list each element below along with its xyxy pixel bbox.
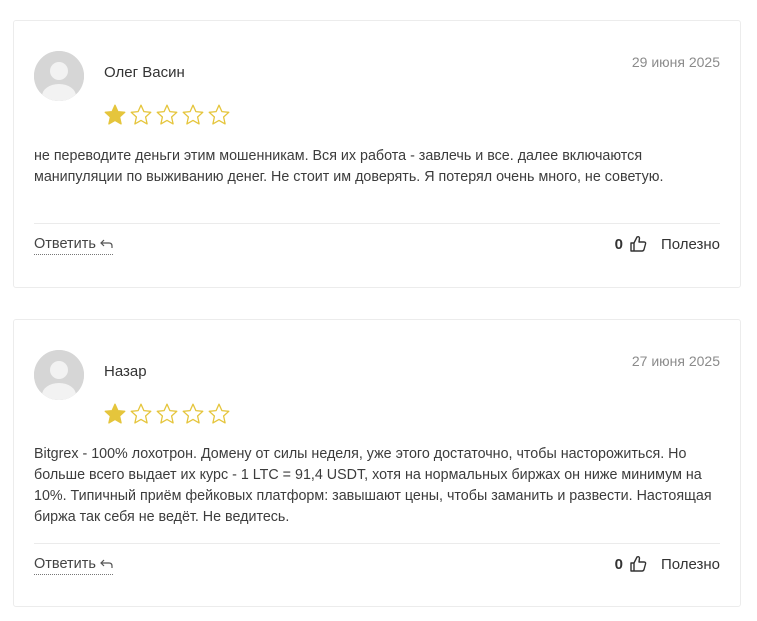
review-date: 27 июня 2025 bbox=[631, 353, 720, 369]
star-empty-icon bbox=[130, 104, 152, 125]
star-empty-icon bbox=[182, 104, 204, 125]
star-filled-icon bbox=[104, 104, 126, 125]
review-card: Назар 27 июня 2025 Bitgrex - 100% лохотр… bbox=[13, 319, 741, 607]
reply-label: Ответить bbox=[34, 236, 96, 252]
review-author: Назар bbox=[104, 363, 147, 380]
review-text: Bitgrex - 100% лохотрон. Домену от силы … bbox=[34, 446, 712, 525]
helpful-group: 0 Полезно bbox=[615, 235, 720, 253]
star-empty-icon bbox=[208, 104, 230, 125]
rating-stars bbox=[103, 402, 231, 426]
star-empty-icon bbox=[182, 403, 204, 424]
rating-stars bbox=[103, 103, 231, 127]
review-card: Олег Васин 29 июня 2025 не переводите де… bbox=[13, 20, 741, 288]
avatar-icon bbox=[34, 350, 84, 400]
star-filled-icon bbox=[104, 403, 126, 424]
star-empty-icon bbox=[156, 104, 178, 125]
helpful-count: 0 bbox=[614, 235, 623, 253]
star-empty-icon bbox=[156, 403, 178, 424]
thumbs-up-icon[interactable] bbox=[629, 235, 647, 253]
helpful-button[interactable]: Полезно bbox=[661, 556, 720, 573]
review-text: не переводите деньги этим мошенникам. Вс… bbox=[34, 148, 664, 185]
helpful-button[interactable]: Полезно bbox=[661, 236, 720, 253]
divider bbox=[34, 543, 720, 544]
reply-arrow-icon bbox=[100, 559, 113, 568]
reply-arrow-icon bbox=[100, 239, 113, 248]
review-author: Олег Васин bbox=[104, 64, 185, 81]
divider bbox=[34, 223, 720, 224]
reply-label: Ответить bbox=[34, 556, 96, 572]
helpful-count: 0 bbox=[614, 555, 623, 573]
reply-button[interactable]: Ответить bbox=[34, 556, 113, 575]
avatar-icon bbox=[34, 51, 84, 101]
star-empty-icon bbox=[130, 403, 152, 424]
star-empty-icon bbox=[208, 403, 230, 424]
review-date: 29 июня 2025 bbox=[631, 54, 720, 70]
reply-button[interactable]: Ответить bbox=[34, 236, 113, 255]
thumbs-up-icon[interactable] bbox=[629, 555, 647, 573]
helpful-group: 0 Полезно bbox=[615, 555, 720, 573]
